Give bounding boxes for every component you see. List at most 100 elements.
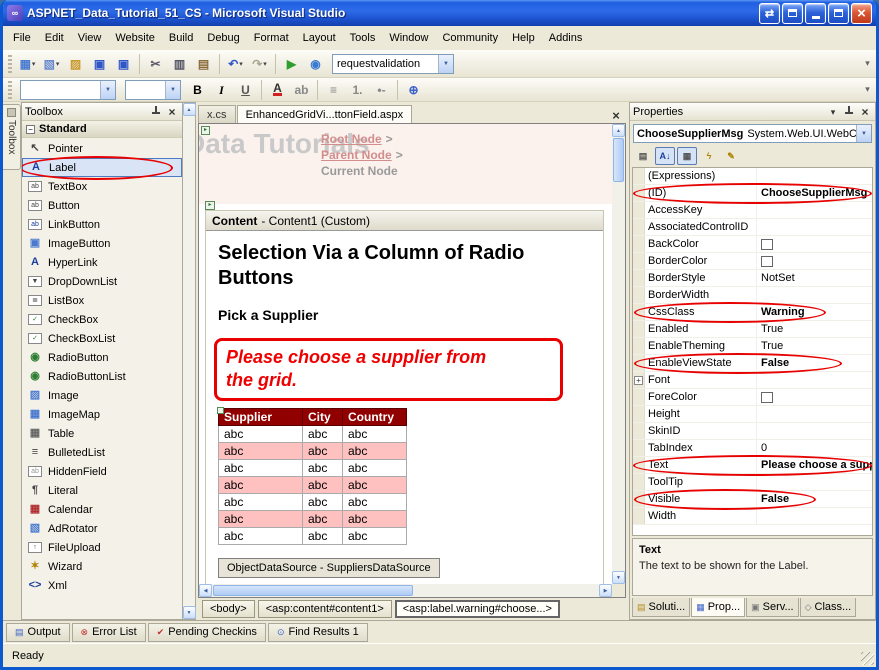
property-row-expressions[interactable]: (Expressions) <box>633 168 872 185</box>
property-row-visible[interactable]: VisibleFalse <box>633 491 872 508</box>
property-pages-button[interactable]: ✎ <box>721 147 741 165</box>
suppliers-grid[interactable]: SupplierCityCountryabcabcabcabcabcabcabc… <box>218 408 407 545</box>
window-extra-window-button[interactable] <box>782 3 803 24</box>
menu-edit[interactable]: Edit <box>38 28 71 48</box>
window-extra-arrows-button[interactable] <box>759 3 780 24</box>
design-vertical-scrollbar[interactable] <box>612 124 625 584</box>
toolbox-item-label[interactable]: ALabel <box>22 158 182 177</box>
objectdatasource-control[interactable]: ObjectDataSource - SuppliersDataSource <box>218 558 440 578</box>
warning-label-control[interactable]: Please choose a supplier from the grid. <box>218 341 563 398</box>
toolbox-item-table[interactable]: ▦Table <box>22 424 182 443</box>
toolbox-item-checkboxlist[interactable]: ✓CheckBoxList <box>22 329 182 348</box>
chevron-down-icon[interactable] <box>856 125 871 142</box>
property-value[interactable] <box>757 287 872 303</box>
toolbox-side-tab[interactable]: Toolbox <box>3 104 21 170</box>
toolbox-item-button[interactable]: abButton <box>22 196 182 215</box>
tag-body[interactable]: <body> <box>202 600 255 618</box>
tab-enhancedgridview-aspx[interactable]: EnhancedGridVi...ttonField.aspx <box>237 105 413 123</box>
tab-aspx-cs[interactable]: x.cs <box>198 105 236 123</box>
property-row-id[interactable]: (ID)ChooseSupplierMsg <box>633 185 872 202</box>
property-row-enabled[interactable]: EnabledTrue <box>633 321 872 338</box>
property-value[interactable] <box>757 406 872 422</box>
design-surface[interactable]: Data Tutorials Root Node>Parent Node>Cur… <box>199 124 612 584</box>
pin-button[interactable] <box>842 105 856 118</box>
toolbox-item-imagebutton[interactable]: ▣ImageButton <box>22 234 182 253</box>
property-value[interactable] <box>757 508 872 524</box>
save-all-button[interactable]: ▣ <box>112 53 135 75</box>
toolbar-overflow-button[interactable] <box>861 84 874 95</box>
chevron-down-icon[interactable] <box>100 81 115 99</box>
expand-icon[interactable]: + <box>634 376 643 385</box>
bold-button[interactable]: B <box>186 79 209 101</box>
font-color-button[interactable]: A <box>266 79 289 101</box>
tab-serv[interactable]: ▣Serv... <box>746 598 799 617</box>
property-row-text[interactable]: TextPlease choose a suppli <box>633 457 872 474</box>
search-combo[interactable]: requestvalidation <box>332 54 454 74</box>
toolbox-item-xml[interactable]: <>Xml <box>22 576 182 595</box>
bullet-list-button[interactable]: •- <box>370 79 393 101</box>
toolbox-item-imagemap[interactable]: ▦ImageMap <box>22 405 182 424</box>
italic-button[interactable]: I <box>210 79 233 101</box>
underline-button[interactable]: U <box>234 79 257 101</box>
toolbox-item-bulletedlist[interactable]: ≡BulletedList <box>22 443 182 462</box>
tag-asp-label-warning-choose[interactable]: <asp:label.warning#choose...> <box>395 600 560 618</box>
property-value[interactable]: True <box>757 338 872 354</box>
scrollbar-thumb[interactable] <box>613 138 624 182</box>
property-value[interactable] <box>757 168 872 184</box>
panel-tab-pending-checkins[interactable]: ✔Pending Checkins <box>148 623 266 642</box>
toolbox-item-checkbox[interactable]: ✓CheckBox <box>22 310 182 329</box>
property-value[interactable]: 0 <box>757 440 872 456</box>
property-row-accesskey[interactable]: AccessKey <box>633 202 872 219</box>
numbered-list-button[interactable]: 1. <box>346 79 369 101</box>
pin-button[interactable] <box>149 105 163 118</box>
paste-button[interactable]: ▤ <box>192 53 215 75</box>
grid-header-cell[interactable]: City <box>303 408 343 425</box>
font-size-combo[interactable] <box>125 80 181 100</box>
property-value[interactable]: Warning <box>757 304 872 320</box>
menu-file[interactable]: File <box>6 28 38 48</box>
toolbox-close-button[interactable] <box>165 105 179 118</box>
copy-button[interactable]: ▥ <box>168 53 191 75</box>
scrollbar-track[interactable] <box>612 137 625 571</box>
menu-window[interactable]: Window <box>382 28 435 48</box>
minimize-button[interactable] <box>805 3 826 24</box>
panel-tab-find-results-1[interactable]: ⊙Find Results 1 <box>268 623 368 642</box>
property-value[interactable]: NotSet <box>757 270 872 286</box>
collapse-icon[interactable] <box>26 125 35 134</box>
menu-view[interactable]: View <box>71 28 109 48</box>
highlight-button[interactable]: ab <box>290 79 313 101</box>
design-horizontal-scrollbar[interactable] <box>199 584 612 597</box>
tab-class[interactable]: ◇Class... <box>800 598 857 617</box>
grid-header-cell[interactable]: Supplier <box>219 408 303 425</box>
toolbox-item-listbox[interactable]: ≣ListBox <box>22 291 182 310</box>
nav-root-node[interactable]: Root Node <box>321 132 382 146</box>
toolbox-item-textbox[interactable]: abTextBox <box>22 177 182 196</box>
property-value[interactable] <box>757 389 872 405</box>
menu-community[interactable]: Community <box>435 28 505 48</box>
close-button[interactable] <box>851 3 872 24</box>
tab-soluti[interactable]: ▤Soluti... <box>632 598 690 617</box>
menu-build[interactable]: Build <box>162 28 200 48</box>
toolbox-item-literal[interactable]: ¶Literal <box>22 481 182 500</box>
property-value[interactable] <box>757 219 872 235</box>
scroll-down-icon[interactable] <box>612 571 625 584</box>
menu-help[interactable]: Help <box>505 28 542 48</box>
categorized-button[interactable]: ▤ <box>633 147 653 165</box>
property-row-cssclass[interactable]: CssClassWarning <box>633 304 872 321</box>
property-value[interactable]: Please choose a suppli <box>757 457 872 473</box>
grid-header-cell[interactable]: Country <box>343 408 407 425</box>
undo-button[interactable]: ↶▾ <box>224 53 247 75</box>
property-value[interactable] <box>757 423 872 439</box>
menu-debug[interactable]: Debug <box>200 28 246 48</box>
toolbar-overflow-button[interactable] <box>861 58 874 69</box>
start-debug-button[interactable]: ▶ <box>280 53 303 75</box>
toolbox-item-wizard[interactable]: ✶Wizard <box>22 557 182 576</box>
property-row-forecolor[interactable]: ForeColor <box>633 389 872 406</box>
property-row-enableviewstate[interactable]: EnableViewStateFalse <box>633 355 872 372</box>
scroll-down-icon[interactable] <box>183 606 196 619</box>
font-name-combo[interactable] <box>20 80 116 100</box>
properties-button[interactable]: ▦ <box>677 147 697 165</box>
property-row-tooltip[interactable]: ToolTip <box>633 474 872 491</box>
redo-button[interactable]: ↷▾ <box>248 53 271 75</box>
properties-close-button[interactable] <box>858 105 872 118</box>
